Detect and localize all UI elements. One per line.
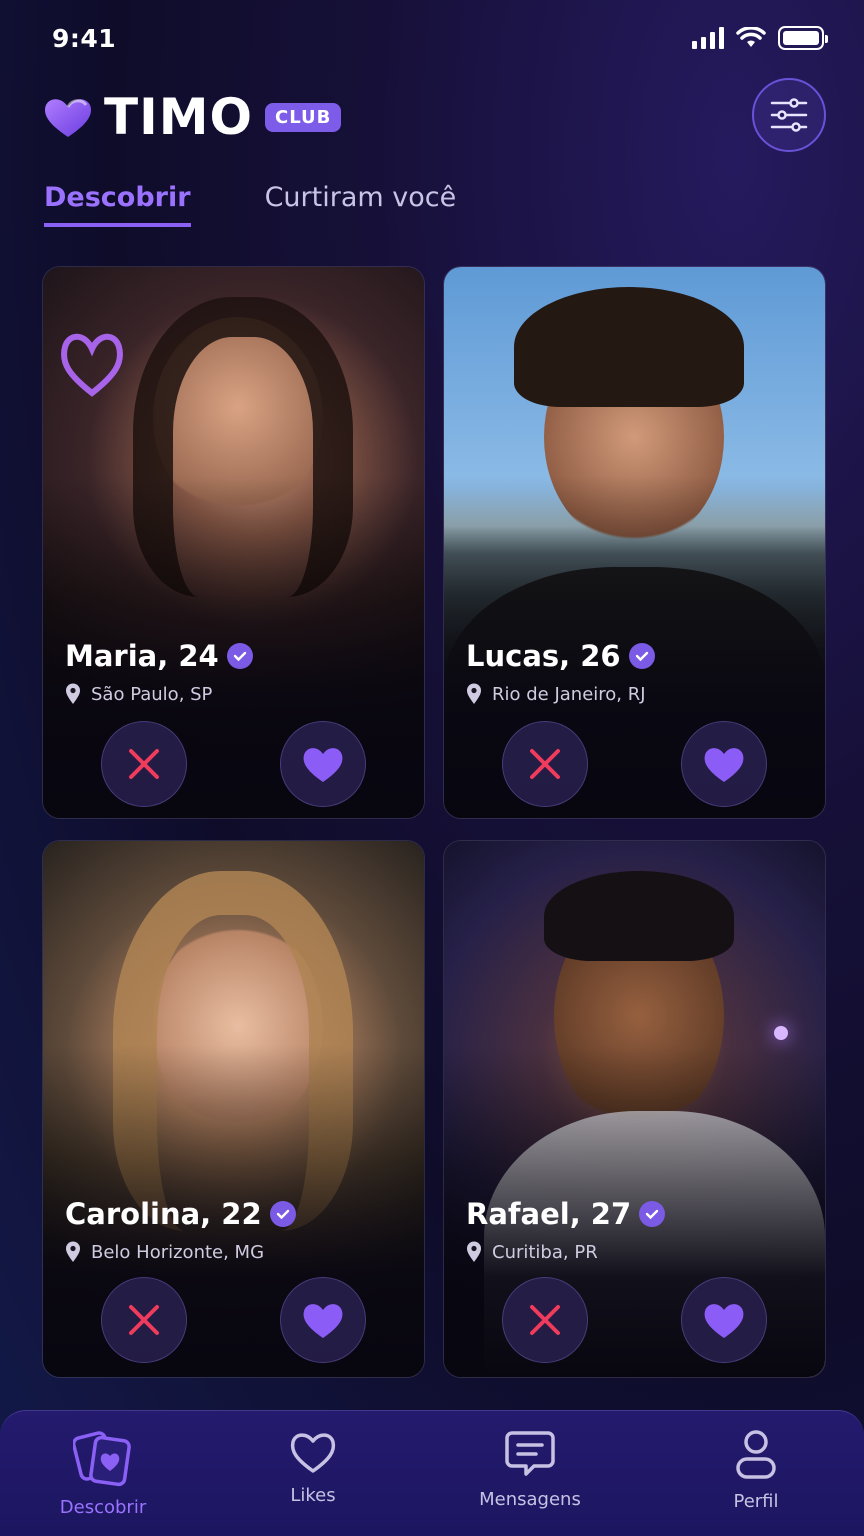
- tab-descobrir[interactable]: Descobrir: [44, 182, 191, 227]
- nav-label: Mensagens: [479, 1489, 581, 1510]
- verified-icon: [226, 643, 253, 669]
- nav-likes[interactable]: Likes: [233, 1429, 393, 1506]
- profile-card[interactable]: Maria, 24 São Paulo, SP: [42, 266, 425, 819]
- location-pin-icon: [66, 683, 80, 704]
- neon-heart-icon: [61, 333, 123, 397]
- location-pin-icon: [467, 683, 481, 704]
- tab-curtiram-voce[interactable]: Curtiram você: [265, 182, 457, 227]
- like-button[interactable]: [280, 721, 366, 807]
- like-button[interactable]: [681, 721, 767, 807]
- verified-icon: [628, 643, 655, 669]
- profile-location: Curitiba, PR: [466, 1241, 807, 1263]
- profile-location: Belo Horizonte, MG: [65, 1241, 406, 1263]
- heart-outline-icon: [290, 1433, 336, 1473]
- bottom-nav: Descobrir Likes Mensagens Perfil: [0, 1410, 864, 1536]
- close-icon: [530, 1305, 560, 1335]
- club-badge: CLUB: [264, 102, 342, 132]
- profile-card[interactable]: Rafael, 27 Curitiba, PR: [443, 840, 826, 1378]
- heart-icon: [303, 1304, 343, 1338]
- nav-descobrir[interactable]: Descobrir: [23, 1429, 183, 1518]
- profile-name: Lucas, 26: [466, 639, 807, 673]
- nav-perfil[interactable]: Perfil: [676, 1429, 836, 1512]
- profile-name: Maria, 24: [65, 639, 406, 673]
- logo-text: TIMO: [104, 88, 253, 146]
- nav-label: Descobrir: [59, 1497, 147, 1518]
- person-icon: [736, 1430, 776, 1479]
- close-icon: [129, 1305, 159, 1335]
- profile-name: Carolina, 22: [65, 1197, 406, 1231]
- dislike-button[interactable]: [502, 1277, 588, 1363]
- sliders-icon: [770, 98, 808, 132]
- profile-location: Rio de Janeiro, RJ: [466, 683, 807, 705]
- location-pin-icon: [66, 1241, 80, 1262]
- app-logo: TIMO CLUB: [42, 88, 342, 146]
- status-bar: 9:41: [0, 0, 864, 80]
- heart-icon: [704, 1304, 744, 1338]
- profile-location: São Paulo, SP: [65, 683, 406, 705]
- dislike-button[interactable]: [101, 1277, 187, 1363]
- location-pin-icon: [467, 1241, 481, 1262]
- heart-icon: [704, 748, 744, 782]
- battery-icon: [778, 26, 828, 50]
- profile-card[interactable]: Carolina, 22 Belo Horizonte, MG: [42, 840, 425, 1378]
- signal-icon: [692, 27, 724, 49]
- status-icons: [692, 26, 828, 50]
- tabs: Descobrir Curtiram você: [44, 182, 456, 227]
- profile-name: Rafael, 27: [466, 1197, 807, 1231]
- filter-button[interactable]: [752, 78, 826, 152]
- like-button[interactable]: [280, 1277, 366, 1363]
- nav-mensagens[interactable]: Mensagens: [450, 1429, 610, 1510]
- dislike-button[interactable]: [502, 721, 588, 807]
- wifi-icon: [736, 27, 766, 47]
- verified-icon: [269, 1201, 296, 1227]
- heart-icon: [303, 748, 343, 782]
- verified-icon: [639, 1201, 666, 1227]
- like-button[interactable]: [681, 1277, 767, 1363]
- nav-label: Likes: [290, 1485, 336, 1506]
- nav-label: Perfil: [733, 1491, 779, 1512]
- close-icon: [530, 749, 560, 779]
- cards-heart-icon: [73, 1431, 131, 1487]
- chat-icon: [505, 1431, 555, 1476]
- dislike-button[interactable]: [101, 721, 187, 807]
- profile-card[interactable]: Lucas, 26 Rio de Janeiro, RJ: [443, 266, 826, 819]
- logo-heart-icon: [44, 99, 92, 137]
- status-time: 9:41: [52, 24, 117, 53]
- close-icon: [129, 749, 159, 779]
